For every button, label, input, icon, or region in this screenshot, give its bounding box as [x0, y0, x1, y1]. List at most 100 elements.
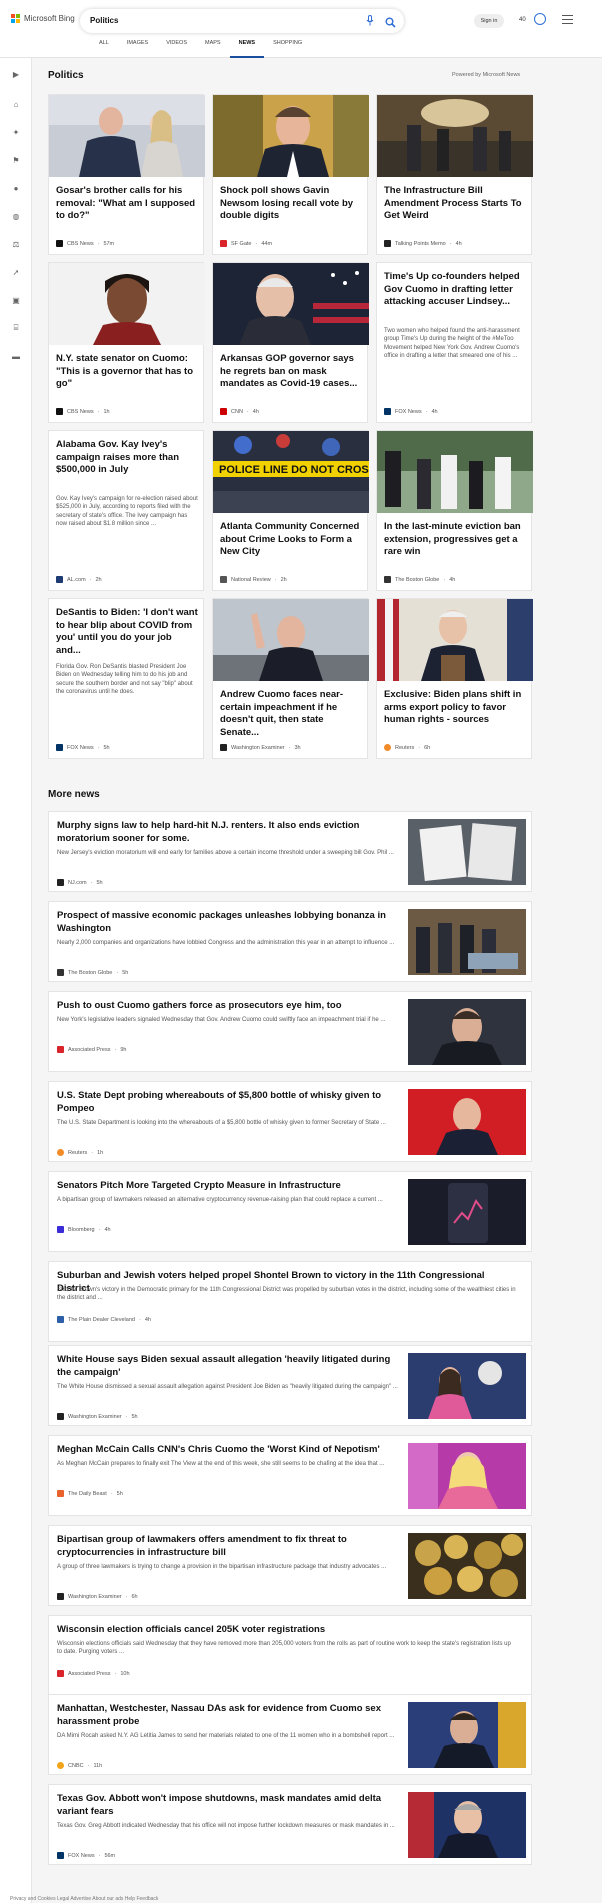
row-title[interactable]: Manhattan, Westchester, Nassau DAs ask f… — [57, 1703, 402, 1728]
home-icon[interactable]: ⌂ — [10, 98, 22, 110]
card-source: SF Gate · 44m — [220, 240, 272, 247]
source-logo-icon — [56, 576, 63, 583]
card-snippet: Florida Gov. Ron DeSantis blasted Presid… — [56, 664, 193, 695]
tab-all[interactable]: ALL — [90, 40, 118, 58]
source-logo-icon — [56, 744, 63, 751]
card-title[interactable]: Atlanta Community Concerned about Crime … — [220, 521, 362, 559]
card-title[interactable]: Time's Up co-founders helped Gov Cuomo i… — [384, 271, 526, 309]
row-source: CNBC · 11h — [57, 1762, 102, 1769]
row-title[interactable]: Murphy signs law to help hard-hit N.J. r… — [57, 820, 402, 845]
tab-shopping[interactable]: SHOPPING — [264, 40, 311, 58]
news-row[interactable]: Senators Pitch More Targeted Crypto Meas… — [48, 1171, 532, 1252]
tab-news[interactable]: NEWS — [229, 40, 265, 58]
row-source: Reuters · 1h — [57, 1149, 103, 1156]
search-icon[interactable] — [385, 15, 397, 28]
news-row[interactable]: White House says Biden sexual assault al… — [48, 1345, 532, 1426]
row-title[interactable]: Wisconsin election officials cancel 205K… — [57, 1624, 517, 1637]
bing-logo[interactable]: Microsoft Bing — [11, 14, 75, 23]
source-logo-icon — [384, 744, 391, 751]
news-card[interactable]: Shock poll shows Gavin Newsom losing rec… — [212, 94, 369, 255]
logo-text: Microsoft Bing — [24, 14, 75, 23]
news-row[interactable]: Push to oust Cuomo gathers force as pros… — [48, 991, 532, 1072]
row-snippet: New Jersey's eviction moratorium will en… — [57, 850, 394, 856]
row-title[interactable]: White House says Biden sexual assault al… — [57, 1354, 402, 1379]
row-snippet: The U.S. State Department is looking int… — [57, 1120, 386, 1126]
row-source: Associated Press · 10h — [57, 1670, 130, 1677]
news-card[interactable]: Gosar's brother calls for his removal: "… — [48, 94, 205, 255]
source-logo-icon — [57, 1762, 64, 1769]
card-title[interactable]: Arkansas GOP governor says he regrets ba… — [220, 353, 362, 391]
hamburger-menu-icon[interactable] — [562, 15, 573, 24]
card-image — [377, 599, 533, 681]
sign-in-button[interactable]: Sign in — [474, 14, 504, 28]
money-icon[interactable]: ▬ — [10, 350, 22, 362]
rewards-trophy-icon[interactable] — [534, 13, 546, 25]
news-row[interactable]: Texas Gov. Abbott won't impose shutdowns… — [48, 1784, 532, 1865]
card-snippet: Gov. Kay Ivey's campaign for re-election… — [56, 496, 198, 527]
news-card[interactable]: Andrew Cuomo faces near-certain impeachm… — [212, 598, 369, 759]
globe-icon[interactable]: ◍ — [10, 210, 22, 222]
news-row[interactable]: Bipartisan group of lawmakers offers ame… — [48, 1525, 532, 1606]
card-image — [213, 599, 369, 681]
news-row[interactable]: Manhattan, Westchester, Nassau DAs ask f… — [48, 1694, 532, 1775]
row-snippet: Nearly 2,000 companies and organizations… — [57, 940, 395, 946]
sparkle-icon[interactable]: ✦ — [10, 126, 22, 138]
tab-videos[interactable]: VIDEOS — [157, 40, 196, 58]
search-box[interactable]: Politics — [80, 9, 404, 33]
card-title[interactable]: Shock poll shows Gavin Newsom losing rec… — [220, 185, 362, 223]
card-source: Reuters · 6h — [384, 744, 430, 751]
tab-images[interactable]: IMAGES — [118, 40, 157, 58]
card-source: National Review · 2h — [220, 576, 287, 583]
card-title[interactable]: DeSantis to Biden: 'I don't want to hear… — [56, 607, 198, 657]
card-title[interactable]: Gosar's brother calls for his removal: "… — [56, 185, 198, 223]
scale-icon[interactable]: ⚖ — [10, 238, 22, 250]
card-title[interactable]: Alabama Gov. Kay Ivey's campaign raises … — [56, 439, 198, 477]
source-logo-icon — [384, 576, 391, 583]
film-icon[interactable]: ▣ — [10, 294, 22, 306]
card-title[interactable]: N.Y. state senator on Cuomo: "This is a … — [56, 353, 198, 391]
news-card[interactable]: DeSantis to Biden: 'I don't want to hear… — [48, 598, 204, 759]
news-card[interactable]: Time's Up co-founders helped Gov Cuomo i… — [376, 262, 532, 423]
row-title[interactable]: U.S. State Dept probing whereabouts of $… — [57, 1090, 402, 1115]
news-row[interactable]: Wisconsin election officials cancel 205K… — [48, 1615, 532, 1696]
card-source: AL.com · 2h — [56, 576, 102, 583]
row-image — [408, 1443, 526, 1509]
news-row[interactable]: Meghan McCain Calls CNN's Chris Cuomo th… — [48, 1435, 532, 1516]
news-row[interactable]: Prospect of massive economic packages un… — [48, 901, 532, 982]
news-card[interactable]: Alabama Gov. Kay Ivey's campaign raises … — [48, 430, 204, 591]
news-card[interactable]: N.Y. state senator on Cuomo: "This is a … — [48, 262, 205, 423]
news-card[interactable]: Exclusive: Biden plans shift in arms exp… — [376, 598, 533, 759]
card-title[interactable]: Exclusive: Biden plans shift in arms exp… — [384, 689, 526, 727]
source-logo-icon — [57, 879, 64, 886]
search-input[interactable]: Politics — [90, 16, 118, 25]
row-snippet: A bipartisan group of lawmakers released… — [57, 1197, 383, 1203]
rewards-points[interactable]: 40 — [519, 17, 526, 23]
row-title[interactable]: Texas Gov. Abbott won't impose shutdowns… — [57, 1793, 402, 1818]
news-row[interactable]: Murphy signs law to help hard-hit N.J. r… — [48, 811, 532, 892]
card-title[interactable]: The Infrastructure Bill Amendment Proces… — [384, 185, 526, 223]
card-image — [49, 263, 205, 345]
row-title[interactable]: Push to oust Cuomo gathers force as pros… — [57, 1000, 402, 1013]
flag-icon[interactable]: ⚑ — [10, 154, 22, 166]
news-card[interactable]: POLICE LINE DO NOT CROSS Atlanta Communi… — [212, 430, 369, 591]
microphone-icon[interactable] — [366, 15, 378, 27]
row-title[interactable]: Prospect of massive economic packages un… — [57, 910, 402, 935]
tab-maps[interactable]: MAPS — [196, 40, 230, 58]
news-row[interactable]: Suburban and Jewish voters helped propel… — [48, 1261, 532, 1342]
expand-icon[interactable]: ▶ — [10, 68, 22, 80]
row-title[interactable]: Meghan McCain Calls CNN's Chris Cuomo th… — [57, 1444, 402, 1457]
news-row[interactable]: U.S. State Dept probing whereabouts of $… — [48, 1081, 532, 1162]
row-source: Washington Examiner · 5h — [57, 1413, 138, 1420]
row-title[interactable]: Bipartisan group of lawmakers offers ame… — [57, 1534, 402, 1559]
card-title[interactable]: Andrew Cuomo faces near-certain impeachm… — [220, 689, 362, 739]
news-card[interactable]: In the last-minute eviction ban extensio… — [376, 430, 533, 591]
card-title[interactable]: In the last-minute eviction ban extensio… — [384, 521, 526, 559]
politics-building-icon[interactable]: ⌸ — [10, 322, 22, 334]
row-title[interactable]: Senators Pitch More Targeted Crypto Meas… — [57, 1180, 402, 1193]
rocket-icon[interactable]: ➚ — [10, 266, 22, 278]
row-source: The Plain Dealer Cleveland · 4h — [57, 1316, 151, 1323]
header: Microsoft Bing Politics ALL IMAGES VIDEO… — [0, 0, 602, 58]
location-pin-icon[interactable]: ● — [10, 182, 22, 194]
news-card[interactable]: Arkansas GOP governor says he regrets ba… — [212, 262, 369, 423]
news-card[interactable]: The Infrastructure Bill Amendment Proces… — [376, 94, 533, 255]
